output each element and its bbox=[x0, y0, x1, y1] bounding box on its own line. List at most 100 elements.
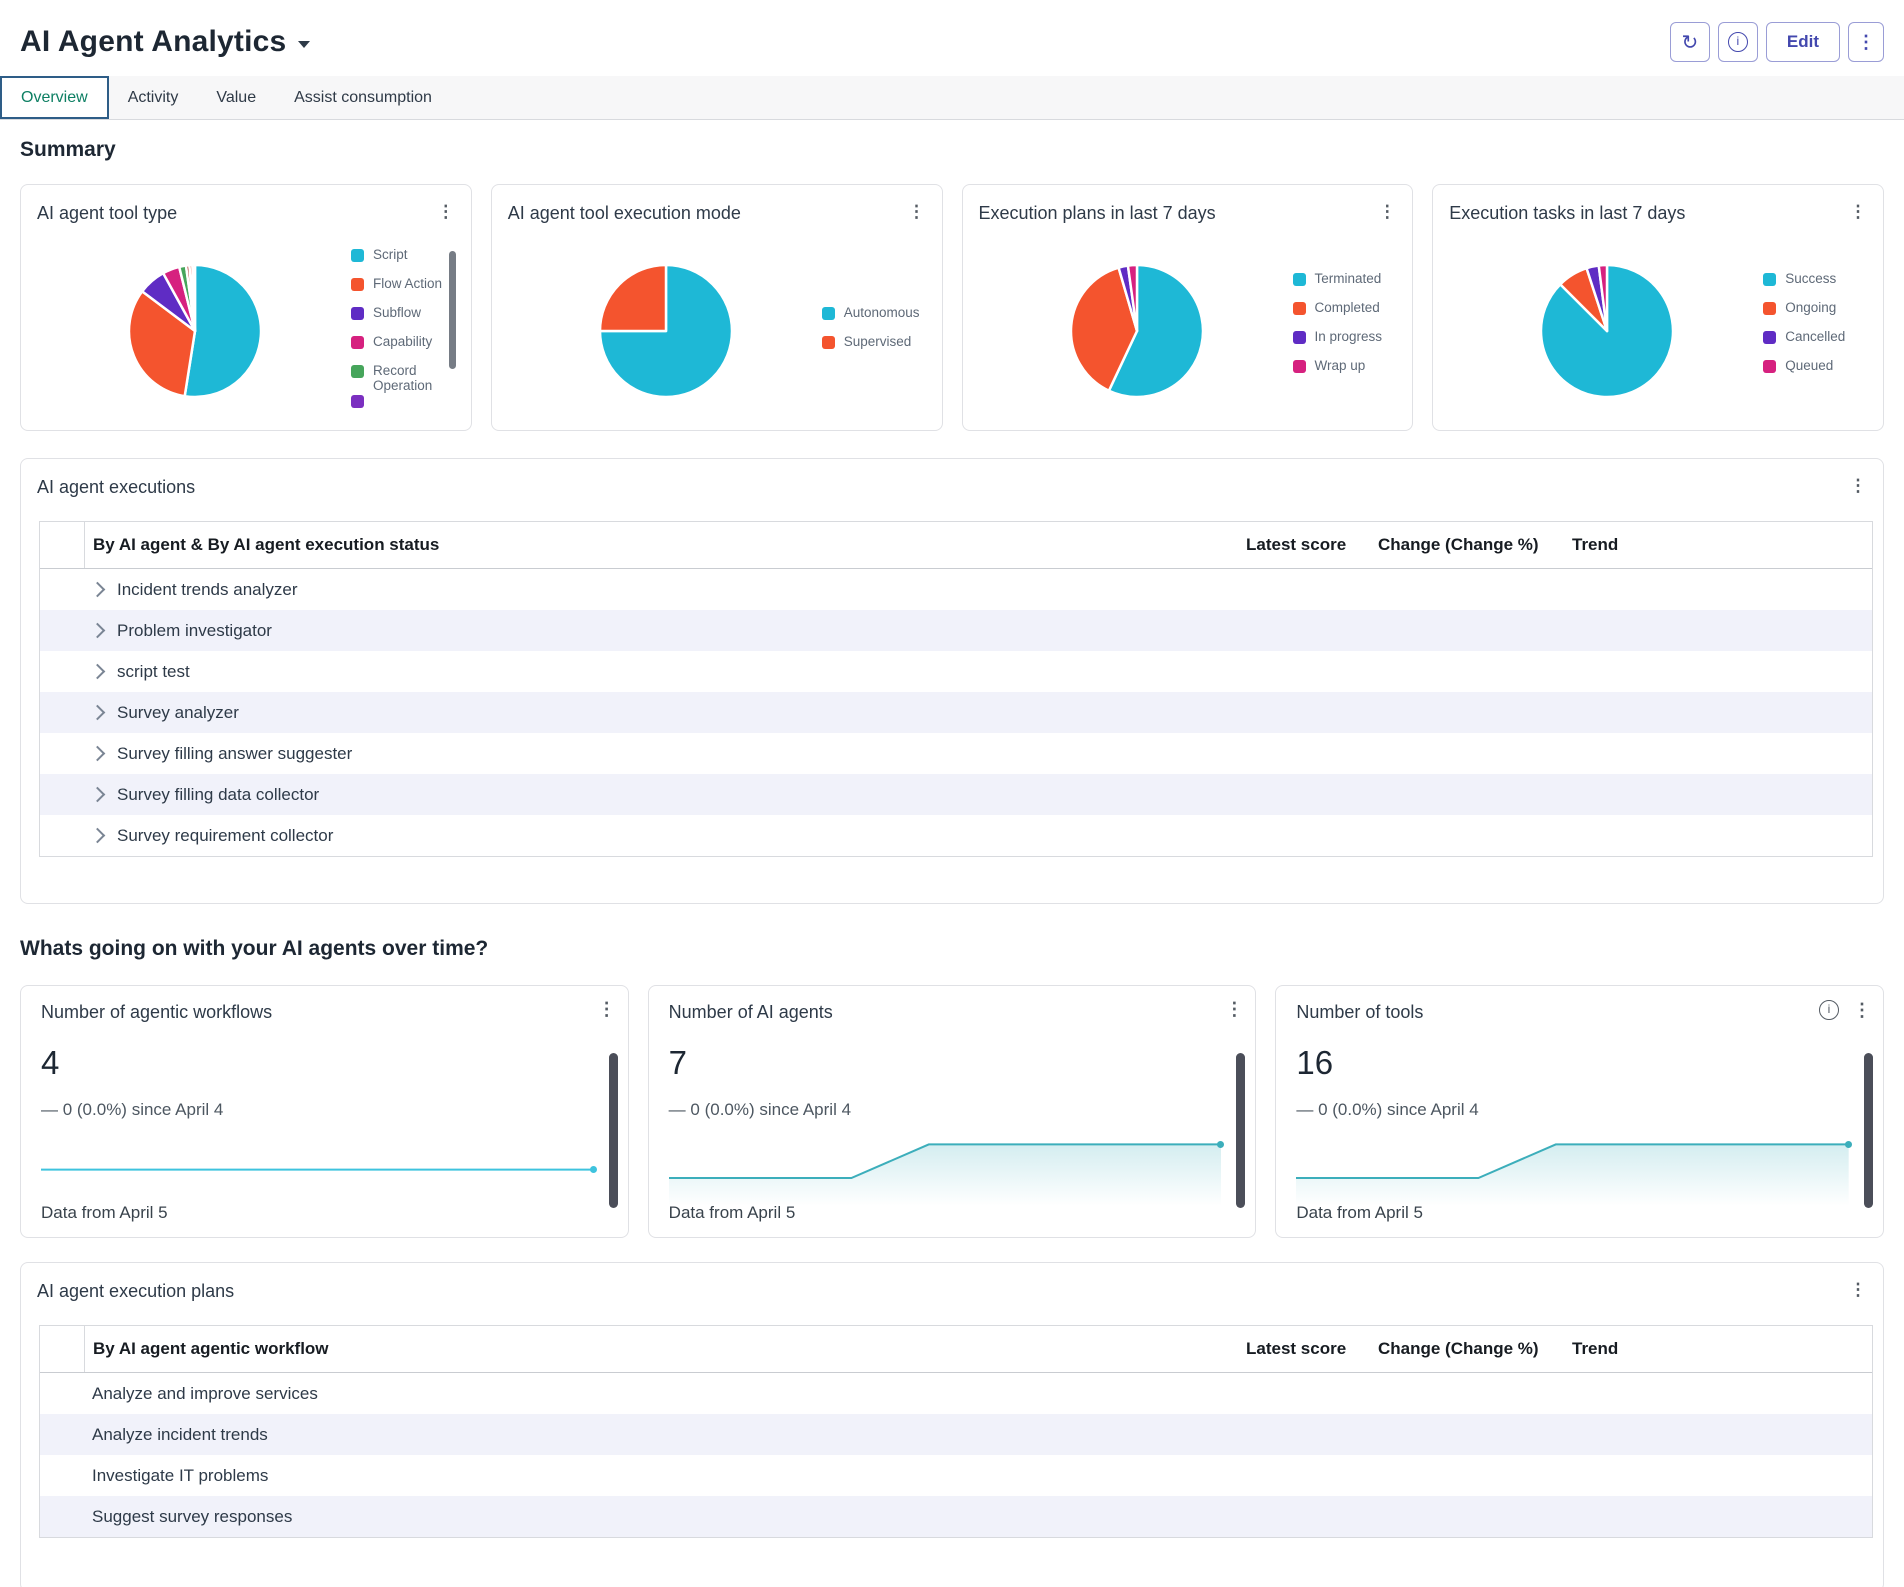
expand-chevron-icon[interactable] bbox=[90, 582, 106, 598]
table-row[interactable]: Analyze incident trends bbox=[40, 1414, 1872, 1455]
card-kebab-button[interactable]: ⋮ bbox=[598, 1000, 616, 1018]
tab-overview[interactable]: Overview bbox=[0, 76, 109, 119]
column-header-name: By AI agent & By AI agent execution stat… bbox=[85, 535, 1246, 555]
table-row[interactable]: Suggest survey responses bbox=[40, 1496, 1872, 1537]
pie-chart-execution-plans bbox=[1051, 245, 1223, 417]
row-name-cell: script test bbox=[40, 662, 1246, 682]
row-label: Analyze incident trends bbox=[92, 1425, 268, 1445]
sparkline-end-dot bbox=[1845, 1141, 1852, 1148]
row-name-cell: Survey analyzer bbox=[40, 703, 1246, 723]
table-row[interactable]: Survey requirement collector bbox=[40, 815, 1872, 856]
metric-footnote: Data from April 5 bbox=[669, 1203, 796, 1223]
legend-execution-tasks: Success OngoingCancelledQueued bbox=[1763, 271, 1867, 387]
card-kebab-button[interactable]: ⋮ bbox=[1845, 199, 1871, 225]
table-row[interactable]: Analyze and improve services bbox=[40, 1373, 1872, 1414]
card-kebab-button[interactable]: ⋮ bbox=[1845, 473, 1871, 499]
card-kebab-button[interactable]: ⋮ bbox=[1225, 1000, 1243, 1018]
plans-table-body: Analyze and improve services Analyze inci… bbox=[40, 1373, 1872, 1537]
legend-execution-mode: Autonomous Supervised bbox=[822, 305, 926, 363]
legend-label: Queued bbox=[1785, 358, 1833, 373]
table-row[interactable]: Problem investigator bbox=[40, 610, 1872, 651]
metric-value: 4 bbox=[41, 1044, 59, 1082]
table-row[interactable]: Survey analyzer bbox=[40, 692, 1872, 733]
metric-delta: — 0 (0.0%) since April 4 bbox=[669, 1100, 851, 1120]
legend-item[interactable]: Script bbox=[351, 247, 455, 276]
row-label: Survey requirement collector bbox=[117, 826, 333, 846]
expand-chevron-icon[interactable] bbox=[90, 664, 106, 680]
table-row[interactable]: Survey filling data collector bbox=[40, 774, 1872, 815]
legend-item[interactable]: In progress bbox=[1293, 329, 1397, 358]
card-kebab-button[interactable]: ⋮ bbox=[433, 199, 459, 225]
expand-chevron-icon[interactable] bbox=[90, 787, 106, 803]
executions-table-header: By AI agent & By AI agent execution stat… bbox=[40, 522, 1872, 569]
dashboard-title-dropdown[interactable]: AI Agent Analytics bbox=[20, 25, 310, 59]
legend-item[interactable]: Terminated bbox=[1293, 271, 1397, 300]
legend-label: Success bbox=[1785, 271, 1836, 286]
expand-chevron-icon[interactable] bbox=[90, 705, 106, 721]
column-header-change: Change (Change %) bbox=[1378, 1339, 1572, 1359]
executions-table-body: Incident trends analyzer Problem investig… bbox=[40, 569, 1872, 856]
kebab-icon: ⋮ bbox=[1853, 1001, 1871, 1019]
time-slider-handle[interactable] bbox=[1236, 1053, 1245, 1208]
legend-swatch bbox=[351, 395, 364, 408]
card-title: Execution tasks in last 7 days bbox=[1449, 203, 1685, 224]
card-number-of-agentic-workflows: Number of agentic workflows ⋮ 4 — 0 (0.0… bbox=[20, 985, 629, 1238]
tab-value[interactable]: Value bbox=[197, 76, 275, 119]
sparkline-ai-agents bbox=[669, 1136, 1222, 1206]
legend-swatch bbox=[1763, 331, 1776, 344]
row-name-cell: Survey filling answer suggester bbox=[40, 744, 1246, 764]
legend-item-clipped[interactable] bbox=[351, 393, 455, 422]
table-row[interactable]: Investigate IT problems bbox=[40, 1455, 1872, 1496]
refresh-button[interactable]: ↻ bbox=[1670, 22, 1710, 62]
legend-item[interactable]: Cancelled bbox=[1763, 329, 1867, 358]
tab-assist-consumption[interactable]: Assist consumption bbox=[275, 76, 451, 119]
legend-item[interactable]: Autonomous bbox=[822, 305, 926, 334]
expand-chevron-icon[interactable] bbox=[90, 746, 106, 762]
row-label: script test bbox=[117, 662, 190, 682]
pie-chart-tool-type bbox=[109, 245, 281, 417]
legend-item[interactable]: Capability bbox=[351, 334, 455, 363]
legend-item[interactable]: Wrap up bbox=[1293, 358, 1397, 387]
row-label: Investigate IT problems bbox=[92, 1466, 268, 1486]
expand-chevron-icon[interactable] bbox=[90, 828, 106, 844]
legend-swatch bbox=[351, 249, 364, 262]
expand-chevron-icon[interactable] bbox=[90, 623, 106, 639]
table-row[interactable]: Incident trends analyzer bbox=[40, 569, 1872, 610]
legend-label: Autonomous bbox=[844, 305, 920, 320]
chevron-down-icon bbox=[298, 41, 310, 48]
row-label: Problem investigator bbox=[117, 621, 272, 641]
legend-item[interactable]: Queued bbox=[1763, 358, 1867, 387]
legend-item[interactable]: Subflow bbox=[351, 305, 455, 334]
header-kebab-button[interactable]: ⋮ bbox=[1848, 22, 1884, 62]
time-slider-handle[interactable] bbox=[1864, 1053, 1873, 1208]
legend-label: Wrap up bbox=[1315, 358, 1366, 373]
legend-item[interactable]: Record Operation bbox=[351, 363, 455, 393]
legend-item[interactable]: Ongoing bbox=[1763, 300, 1867, 329]
card-kebab-button[interactable]: ⋮ bbox=[1853, 1001, 1871, 1019]
edit-button[interactable]: Edit bbox=[1766, 22, 1840, 62]
card-kebab-button[interactable]: ⋮ bbox=[904, 199, 930, 225]
column-header-change: Change (Change %) bbox=[1378, 535, 1572, 555]
table-row[interactable]: script test bbox=[40, 651, 1872, 692]
card-number-of-ai-agents: Number of AI agents ⋮ 7 — 0 (0.0%) since… bbox=[648, 985, 1257, 1238]
sparkline-tools bbox=[1296, 1136, 1849, 1206]
time-slider-handle[interactable] bbox=[609, 1053, 618, 1208]
legend-item[interactable]: Completed bbox=[1293, 300, 1397, 329]
info-button[interactable]: i bbox=[1718, 22, 1758, 62]
info-button[interactable]: i bbox=[1819, 1000, 1839, 1020]
executions-table: By AI agent & By AI agent execution stat… bbox=[39, 521, 1873, 857]
row-name-cell: Analyze incident trends bbox=[40, 1425, 1246, 1445]
legend-item[interactable]: Flow Action bbox=[351, 276, 455, 305]
legend-scrollbar[interactable] bbox=[449, 251, 456, 369]
row-name-cell: Incident trends analyzer bbox=[40, 580, 1246, 600]
row-label: Survey filling data collector bbox=[117, 785, 319, 805]
legend-item[interactable]: Supervised bbox=[822, 334, 926, 363]
table-row[interactable]: Survey filling answer suggester bbox=[40, 733, 1872, 774]
pie-slice-Supervised[interactable] bbox=[600, 265, 666, 331]
tab-activity[interactable]: Activity bbox=[109, 76, 198, 119]
card-kebab-button[interactable]: ⋮ bbox=[1845, 1277, 1871, 1303]
card-kebab-button[interactable]: ⋮ bbox=[1374, 199, 1400, 225]
legend-item[interactable]: Success bbox=[1763, 271, 1867, 300]
legend-label: Supervised bbox=[844, 334, 912, 349]
card-ai-agent-tool-type: AI agent tool type ⋮ ScriptFlow ActionSu… bbox=[20, 184, 472, 431]
